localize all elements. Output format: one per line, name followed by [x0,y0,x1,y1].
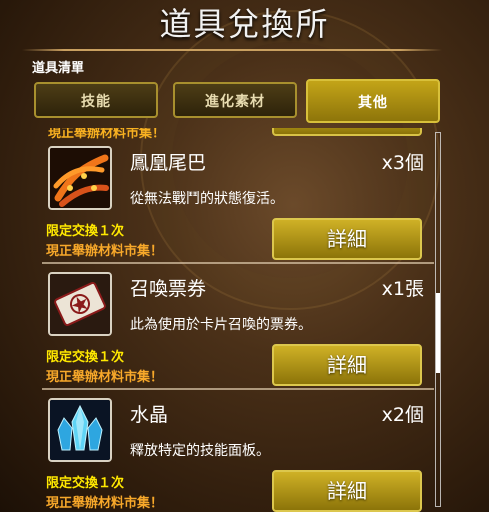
detail-button[interactable]: 詳細 [272,344,422,386]
item-list[interactable]: 現正舉辦材料市集！ 鳳凰尾巴 x3個 從無法戰鬥的狀態復活。 限定交換１次 現正… [42,128,434,512]
list-item: 鳳凰尾巴 x3個 從無法戰鬥的狀態復活。 限定交換１次 現正舉辦材料市集！ 詳細 [42,138,434,264]
crystal-icon [48,398,112,462]
item-quantity: x3個 [381,152,424,174]
market-event-text: 現正舉辦材料市集！ [46,496,164,511]
detail-button[interactable]: 詳細 [272,218,422,260]
item-name: 鳳凰尾巴 [130,152,207,174]
item-name: 水晶 [130,404,169,426]
item-list-label: 道具清單 [32,61,85,76]
exchange-limit-text: 限定交換１次 [46,476,125,491]
detail-button[interactable] [272,128,422,136]
phoenix-tail-icon [48,146,112,210]
exchange-limit-text: 限定交換１次 [46,350,125,365]
market-event-text: 現正舉辦材料市集！ [46,244,164,259]
detail-button[interactable]: 詳細 [272,470,422,512]
title-divider [22,49,442,51]
item-description: 從無法戰鬥的狀態復活。 [130,191,284,207]
list-item: 水晶 x2個 釋放特定的技能面板。 限定交換１次 現正舉辦材料市集！ 詳細 [42,390,434,512]
page-title: 道具兌換所 [159,5,330,43]
list-item: 召喚票券 x1張 此為使用於卡片召喚的票券。 限定交換１次 現正舉辦材料市集！ … [42,264,434,390]
tab-other[interactable]: 其他 [306,79,440,123]
item-quantity: x2個 [381,404,424,426]
item-description: 此為使用於卡片召喚的票券。 [130,317,312,333]
market-event-text: 現正舉辦材料市集！ [46,370,164,385]
summon-ticket-icon [48,272,112,336]
exchange-limit-text: 限定交換１次 [46,224,125,239]
scrollbar-thumb[interactable] [436,293,440,373]
item-description: 釋放特定的技能面板。 [130,443,270,459]
scrollbar[interactable] [435,132,441,507]
item-quantity: x1張 [381,278,424,300]
item-name: 召喚票券 [130,278,207,300]
tab-skills[interactable]: 技能 [34,82,158,118]
tab-evolution-materials[interactable]: 進化素材 [173,82,297,118]
